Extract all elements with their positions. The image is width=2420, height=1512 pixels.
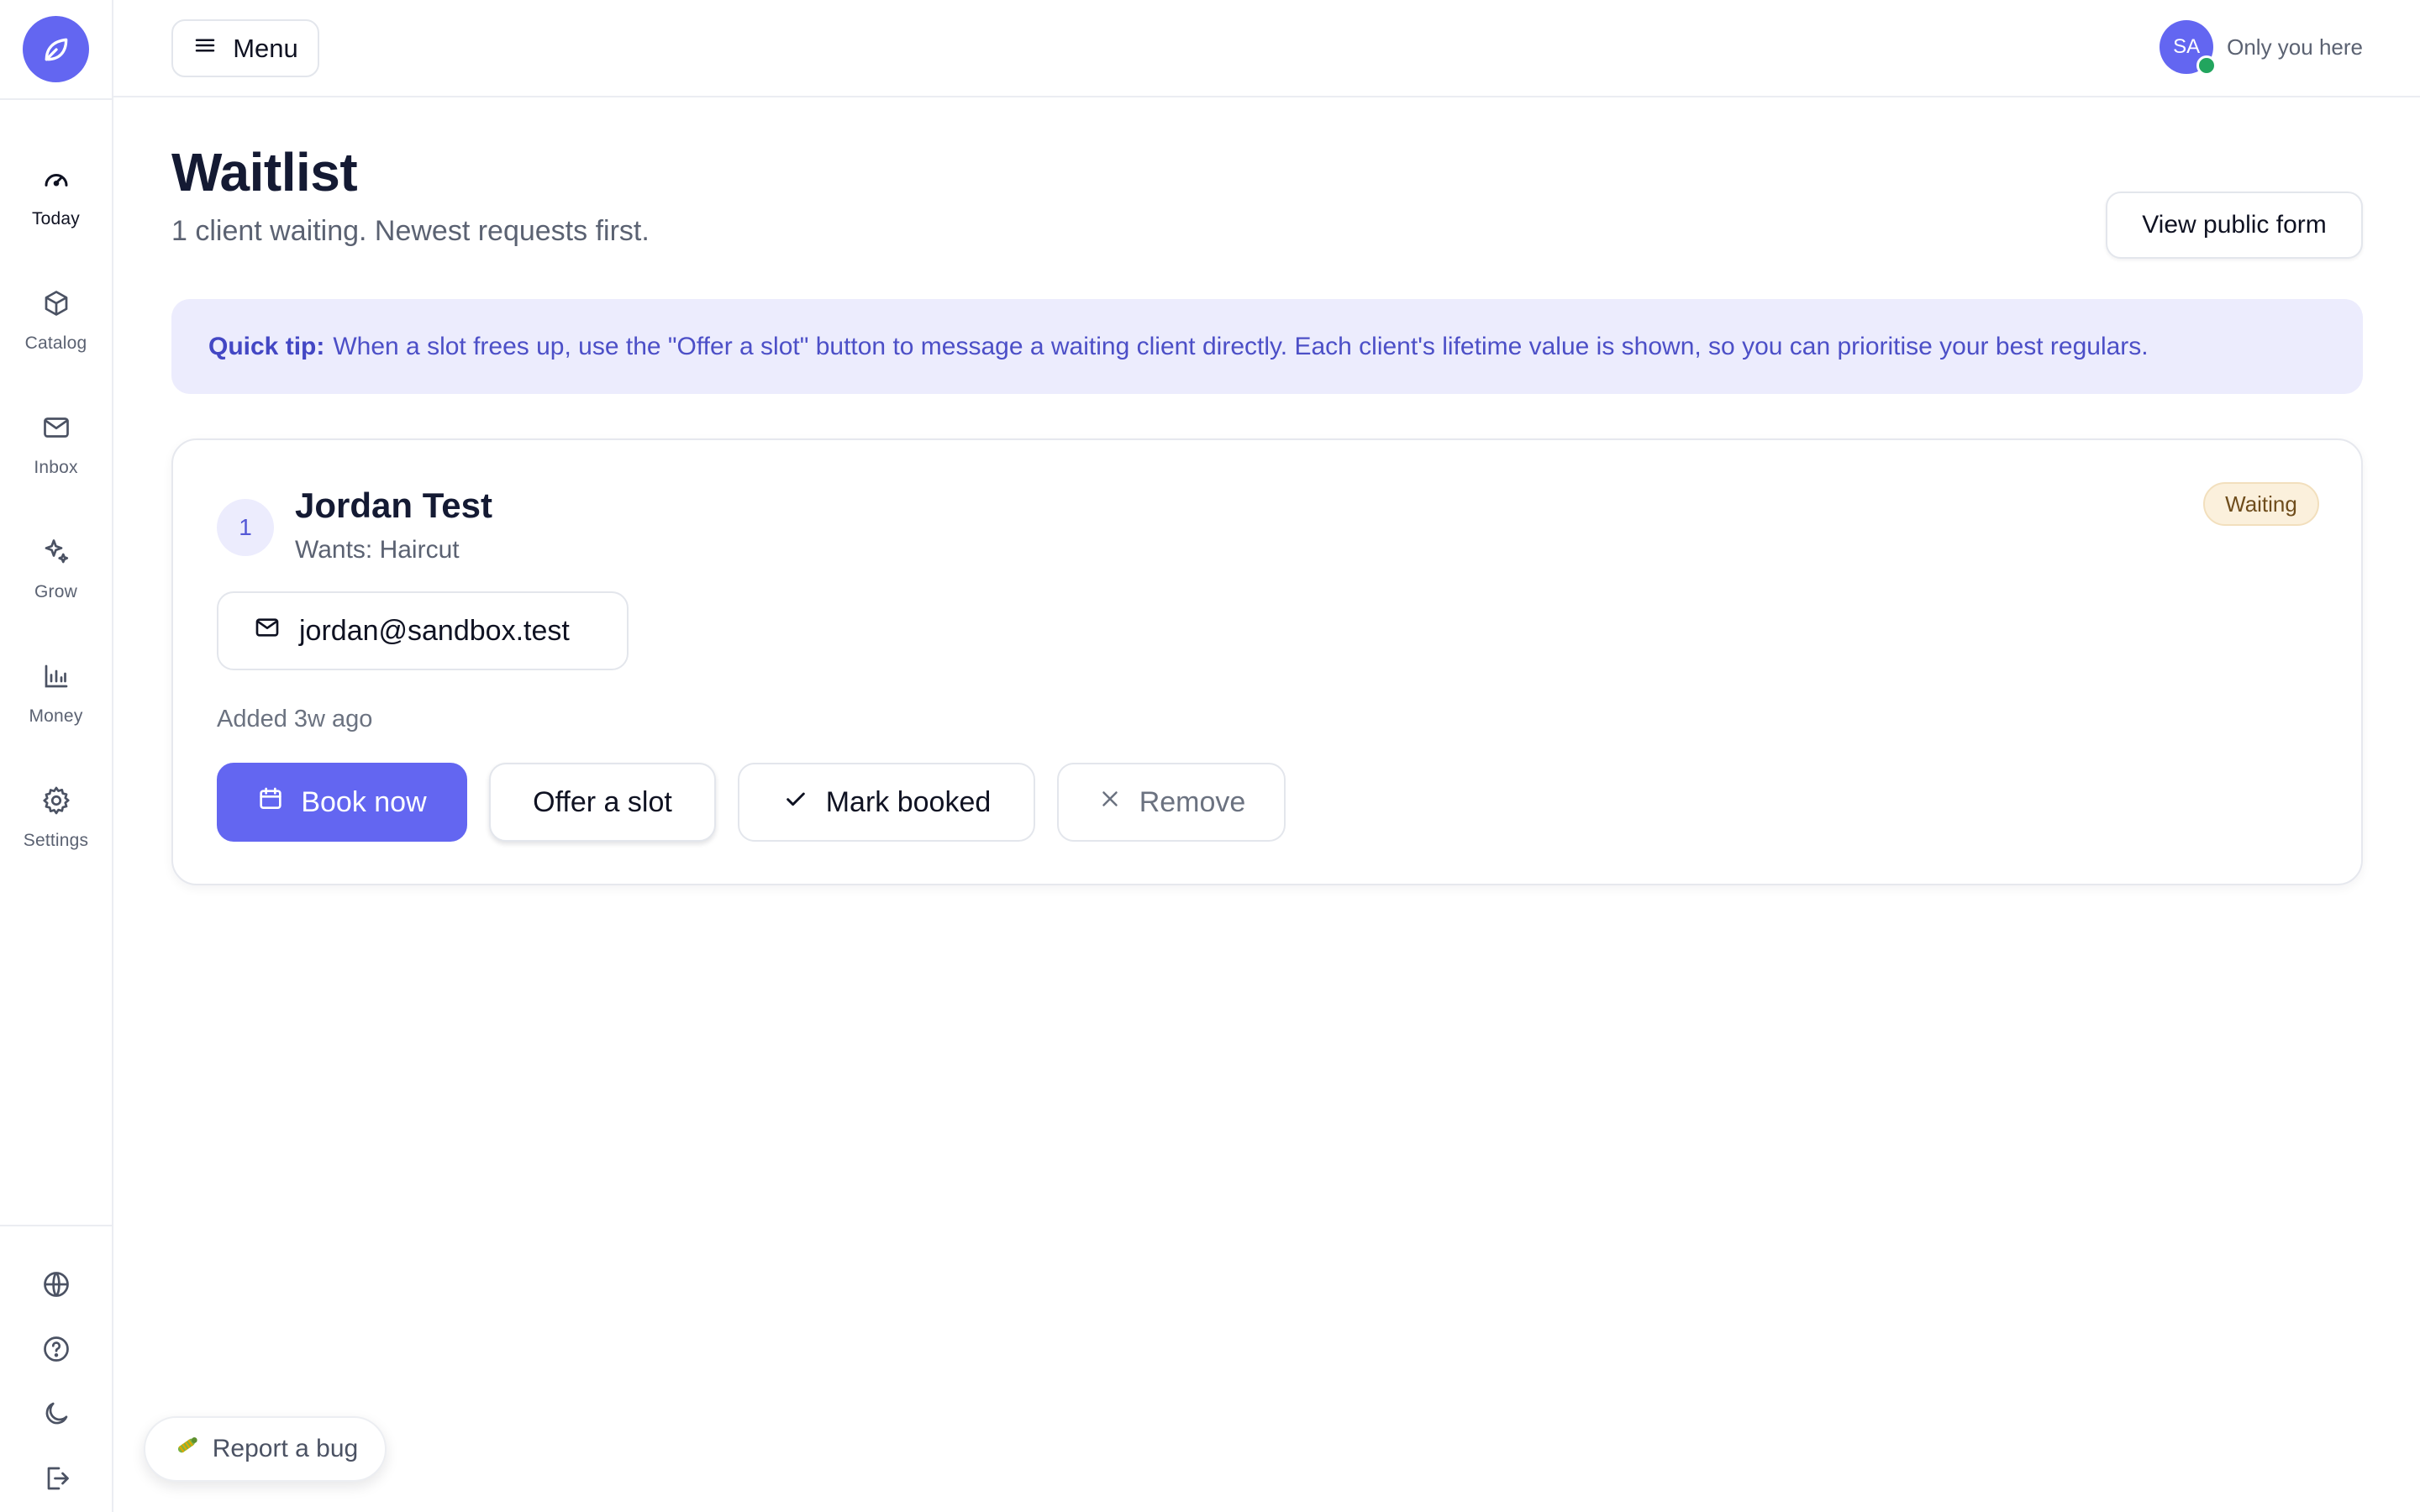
offer-slot-button[interactable]: Offer a slot (489, 763, 716, 842)
sidebar-item-catalog[interactable]: Catalog (0, 268, 112, 392)
waitlist-entry-card: 1 Jordan Test Wants: Haircut Waiting jor… (171, 438, 2363, 885)
moon-icon[interactable] (0, 1381, 112, 1446)
report-bug-button[interactable]: Report a bug (144, 1416, 387, 1482)
sidebar-item-grow[interactable]: Grow (0, 517, 112, 641)
client-name: Jordan Test (295, 486, 492, 525)
mark-booked-button[interactable]: Mark booked (738, 763, 1035, 842)
sidebar-item-label: Today (31, 209, 81, 228)
status-badge: Waiting (2203, 482, 2319, 526)
logout-icon[interactable] (0, 1446, 112, 1510)
close-icon (1097, 786, 1123, 819)
bug-icon (172, 1431, 201, 1467)
position-badge: 1 (217, 499, 274, 556)
sparkle-icon (39, 535, 73, 569)
sidebar-item-label: Inbox (34, 458, 78, 477)
sidebar-item-label: Settings (23, 831, 89, 850)
sidebar-item-inbox[interactable]: Inbox (0, 392, 112, 517)
report-bug-label: Report a bug (212, 1435, 359, 1462)
sidebar-item-label: Grow (34, 582, 77, 601)
leaf-logo-icon[interactable] (23, 16, 89, 82)
added-time: Added 3w ago (217, 706, 373, 732)
mail-icon (39, 411, 73, 444)
offer-slot-label: Offer a slot (533, 785, 672, 818)
check-icon (782, 785, 809, 820)
page-subtitle: 1 client waiting. Newest requests first. (171, 215, 650, 247)
presence-indicator: SA Only you here (2160, 20, 2363, 76)
remove-button[interactable]: Remove (1057, 763, 1286, 842)
avatar-initials: SA (2173, 35, 2201, 58)
sidebar-item-settings[interactable]: Settings (0, 765, 112, 890)
sidebar-item-today[interactable]: Today (0, 144, 112, 268)
avatar[interactable]: SA (2160, 20, 2217, 76)
sidebar-nav: Today Catalog Inbox Grow Money Settings (0, 100, 112, 890)
gauge-icon (39, 162, 73, 196)
online-status-dot (2196, 55, 2217, 76)
hamburger-icon (192, 33, 218, 65)
bar-chart-icon (39, 659, 73, 693)
sidebar-bottom (0, 1225, 112, 1512)
globe-icon[interactable] (0, 1252, 112, 1316)
sidebar-item-label: Money (29, 706, 83, 726)
menu-button[interactable]: Menu (171, 19, 319, 77)
help-icon[interactable] (0, 1316, 112, 1381)
menu-label: Menu (233, 33, 298, 63)
email-chip[interactable]: jordan@sandbox.test (217, 591, 629, 670)
entry-actions: Book now Offer a slot Mark booked Remove (217, 763, 1286, 842)
logo-area (0, 0, 112, 100)
tip-text: When a slot frees up, use the "Offer a s… (333, 332, 2149, 360)
client-wants: Wants: Haircut (295, 536, 460, 564)
sidebar-item-label: Catalog (24, 333, 87, 353)
gear-icon (39, 784, 73, 817)
book-now-label: Book now (301, 785, 427, 818)
mail-icon (254, 614, 281, 648)
presence-text: Only you here (2227, 34, 2363, 60)
box-icon (39, 286, 73, 320)
tip-label: Quick tip: (208, 332, 325, 360)
client-email: jordan@sandbox.test (299, 614, 570, 647)
view-public-form-button[interactable]: View public form (2106, 192, 2363, 259)
book-now-button[interactable]: Book now (217, 763, 467, 842)
quick-tip-banner: Quick tip: When a slot frees up, use the… (171, 299, 2363, 394)
calendar-icon (257, 785, 284, 820)
sidebar: Today Catalog Inbox Grow Money Settings (0, 0, 113, 1512)
top-bar: Menu SA Only you here (113, 0, 2420, 97)
page-title: Waitlist (171, 142, 358, 202)
mark-booked-label: Mark booked (825, 785, 992, 818)
remove-label: Remove (1139, 785, 1246, 818)
sidebar-item-money[interactable]: Money (0, 641, 112, 765)
